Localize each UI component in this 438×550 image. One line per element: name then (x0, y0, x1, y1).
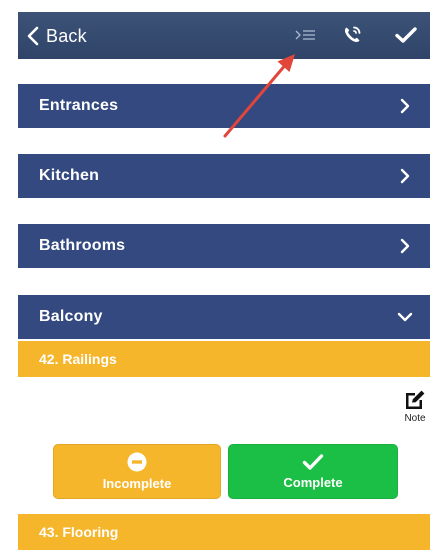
back-button[interactable]: Back (26, 22, 87, 50)
back-label: Back (46, 25, 87, 46)
item-label: 43. Flooring (39, 524, 119, 540)
minus-circle-icon (127, 452, 147, 472)
phone-call-icon[interactable] (340, 22, 364, 48)
chevron-right-icon (400, 238, 410, 254)
checkmark-icon (302, 454, 324, 470)
item-row-railings[interactable]: 42. Railings (18, 341, 430, 377)
section-label: Entrances (39, 97, 119, 114)
chevron-left-icon (27, 26, 39, 46)
note-label: Note (404, 413, 426, 424)
section-label: Balcony (39, 308, 103, 325)
section-bathrooms[interactable]: Bathrooms (18, 224, 430, 268)
top-nav-bar: Back (18, 12, 430, 59)
checkmark-icon[interactable] (393, 22, 419, 48)
section-entrances[interactable]: Entrances (18, 84, 430, 128)
item-row-flooring[interactable]: 43. Flooring (18, 514, 430, 550)
section-label: Bathrooms (39, 237, 126, 254)
incomplete-label: Incomplete (102, 476, 172, 491)
section-label: Kitchen (39, 167, 100, 184)
complete-label: Complete (283, 475, 343, 490)
app-frame: Back Entrances Kitchen Bathrooms Balcony… (18, 12, 430, 550)
item-label: 42. Railings (39, 351, 117, 367)
section-kitchen[interactable]: Kitchen (18, 154, 430, 198)
chevron-down-icon (397, 312, 413, 322)
chevron-right-icon (400, 168, 410, 184)
chevron-right-icon (400, 98, 410, 114)
incomplete-button[interactable]: Incomplete (53, 444, 221, 499)
note-button[interactable]: Note (400, 389, 430, 429)
outline-list-icon[interactable] (295, 22, 317, 48)
section-balcony[interactable]: Balcony (18, 295, 430, 339)
complete-button[interactable]: Complete (228, 444, 398, 499)
edit-note-icon (406, 390, 425, 409)
